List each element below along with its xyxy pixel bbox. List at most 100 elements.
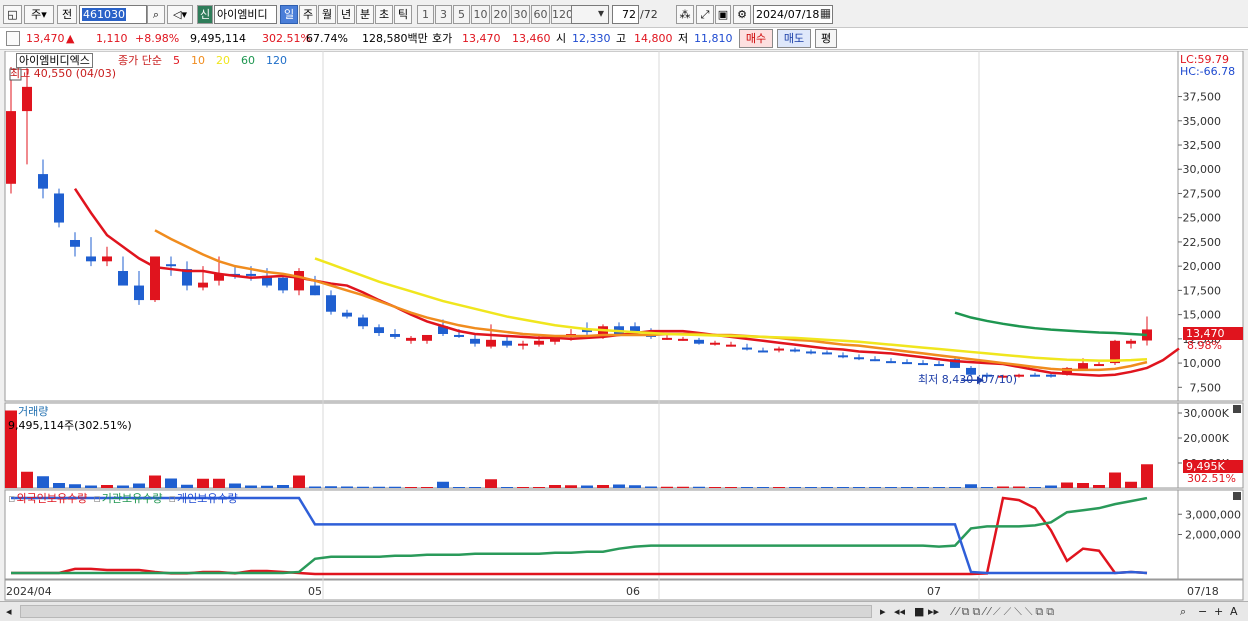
holding-tick-label: 3,000,000: [1185, 508, 1241, 521]
period-tab[interactable]: 월: [318, 5, 336, 24]
volume-panel-bg: [4, 402, 1179, 489]
date-value: 2024/07/18: [756, 8, 820, 21]
volume-bar: [117, 485, 129, 488]
interval-tab[interactable]: 60: [531, 5, 550, 24]
volume-bar: [1061, 482, 1073, 488]
drawing-tools[interactable]: ⁄⁄⧉⧉⁄⁄⟋⟋⟍⟍⧉⧉: [952, 605, 1057, 619]
volume-title: 거래량: [18, 405, 49, 418]
calendar-icon[interactable]: ▦: [819, 5, 832, 24]
font-size-icon[interactable]: A: [1230, 605, 1238, 619]
volume-bar: [661, 486, 673, 488]
volume-bar: [197, 478, 209, 488]
candle-body: [278, 277, 288, 291]
quote-amount: 128,580백만: [362, 32, 428, 45]
candle-body: [6, 111, 16, 184]
volume-bar: [373, 486, 385, 488]
candle-body: [358, 317, 368, 327]
candle-body: [118, 271, 128, 286]
low-label: 저: [678, 32, 689, 45]
volume-bar: [277, 485, 289, 488]
interval-tab[interactable]: 30: [511, 5, 530, 24]
first-icon[interactable]: ◂◂: [894, 605, 905, 619]
stock-label[interactable]: 아이엠비디엑스: [16, 53, 93, 68]
stock-code-input[interactable]: 461030: [79, 5, 147, 24]
candle-body: [934, 364, 944, 367]
price-tick-label: 32,500: [1183, 139, 1222, 152]
sell-button[interactable]: 매도: [777, 29, 811, 48]
interval-dropdown-icon[interactable]: ▾: [594, 5, 608, 24]
window-menu-icon[interactable]: ◱: [3, 5, 22, 24]
period-tabs: 일주월년분초틱: [280, 5, 415, 24]
period-tab[interactable]: 일: [280, 5, 298, 24]
link-icon[interactable]: ⁂: [676, 5, 694, 24]
interval-tab[interactable]: 5: [453, 5, 470, 24]
volume-bar: [261, 485, 273, 488]
quote-toggle-icon[interactable]: [6, 31, 20, 46]
candle-body: [518, 343, 528, 346]
sound-icon[interactable]: ◁▾: [167, 5, 193, 24]
stop-icon[interactable]: ■: [914, 605, 924, 619]
zoom-icon[interactable]: ⌕: [1180, 605, 1186, 619]
price-panel-bg: [4, 51, 1179, 402]
period-tab[interactable]: 분: [356, 5, 374, 24]
period-tab[interactable]: 년: [337, 5, 355, 24]
save-icon[interactable]: ▣: [715, 5, 731, 24]
count-input[interactable]: 72: [612, 5, 639, 24]
volume-bar: [997, 486, 1009, 488]
volume-bar: [709, 487, 721, 488]
volume-bar: [981, 487, 993, 488]
zoom-out-icon[interactable]: −: [1198, 605, 1207, 619]
open-price: 12,330: [572, 32, 611, 45]
interval-tab[interactable]: 120: [551, 5, 573, 24]
volume-bar: [469, 487, 481, 488]
legend-checkbox-icon[interactable]: ▫: [8, 492, 15, 505]
candle-body: [1046, 374, 1056, 377]
interval-tab[interactable]: 20: [491, 5, 510, 24]
avg-button[interactable]: 평: [815, 29, 837, 48]
chart-window: ◱ 주▾ 전 461030 ▾ ⌕ ◁▾ 신 아이엠비디 일주월년분초틱 135…: [0, 0, 1248, 621]
volume-bar: [37, 476, 49, 488]
horizontal-scrollbar[interactable]: [20, 605, 872, 618]
high-price: 14,800: [634, 32, 673, 45]
candle-body: [246, 273, 256, 276]
chart-canvas[interactable]: 37,500 35,000 32,500 30,000 27,500 25,000 22,5…: [0, 51, 1248, 601]
tool-icon[interactable]: ⤢: [696, 5, 714, 24]
period-tab[interactable]: 주: [299, 5, 317, 24]
quote-change: 1,110: [96, 32, 128, 45]
buy-button[interactable]: 매수: [739, 29, 773, 48]
interval-tab[interactable]: 1: [417, 5, 434, 24]
volume-bar: [293, 475, 305, 488]
volume-bar: [741, 487, 753, 488]
volume-bar: [245, 485, 257, 488]
candle-body: [774, 348, 784, 351]
ma-legend-item: 120: [266, 54, 287, 67]
candle-body: [918, 363, 928, 366]
volume-bar: [965, 484, 977, 488]
zoom-in-icon[interactable]: +: [1214, 605, 1223, 619]
main-toolbar: ◱ 주▾ 전 461030 ▾ ⌕ ◁▾ 신 아이엠비디 일주월년분초틱 135…: [0, 0, 1248, 28]
scroll-right-icon[interactable]: ▸: [880, 605, 886, 619]
candle-body: [422, 334, 432, 341]
period-tab[interactable]: 틱: [394, 5, 412, 24]
interval-tab[interactable]: 3: [435, 5, 452, 24]
prev-button[interactable]: 전: [57, 5, 77, 24]
ma-legend-item: 10: [191, 54, 205, 67]
scroll-left-icon[interactable]: ◂: [6, 605, 12, 619]
volume-bar: [1029, 487, 1041, 488]
legend-checkbox-icon[interactable]: ▫: [169, 492, 176, 505]
period-tab[interactable]: 초: [375, 5, 393, 24]
last-icon[interactable]: ▸▸: [928, 605, 939, 619]
chart-area[interactable]: 37,500 35,000 32,500 30,000 27,500 25,000 22,5…: [0, 51, 1248, 601]
volume-bar: [725, 487, 737, 488]
new-button[interactable]: 신: [197, 5, 213, 24]
search-icon[interactable]: ⌕: [147, 5, 165, 24]
volume-current-pct: 302.51%: [1187, 472, 1236, 485]
volume-bar: [53, 483, 65, 488]
gear-icon[interactable]: ⚙: [733, 5, 751, 24]
market-select[interactable]: 주▾: [24, 5, 54, 24]
volume-bar: [101, 485, 113, 488]
legend-checkbox-icon[interactable]: ▫: [93, 492, 100, 505]
volume-bar: [533, 487, 545, 488]
interval-tab[interactable]: 10: [471, 5, 490, 24]
x-label-jun: 06: [626, 585, 640, 598]
